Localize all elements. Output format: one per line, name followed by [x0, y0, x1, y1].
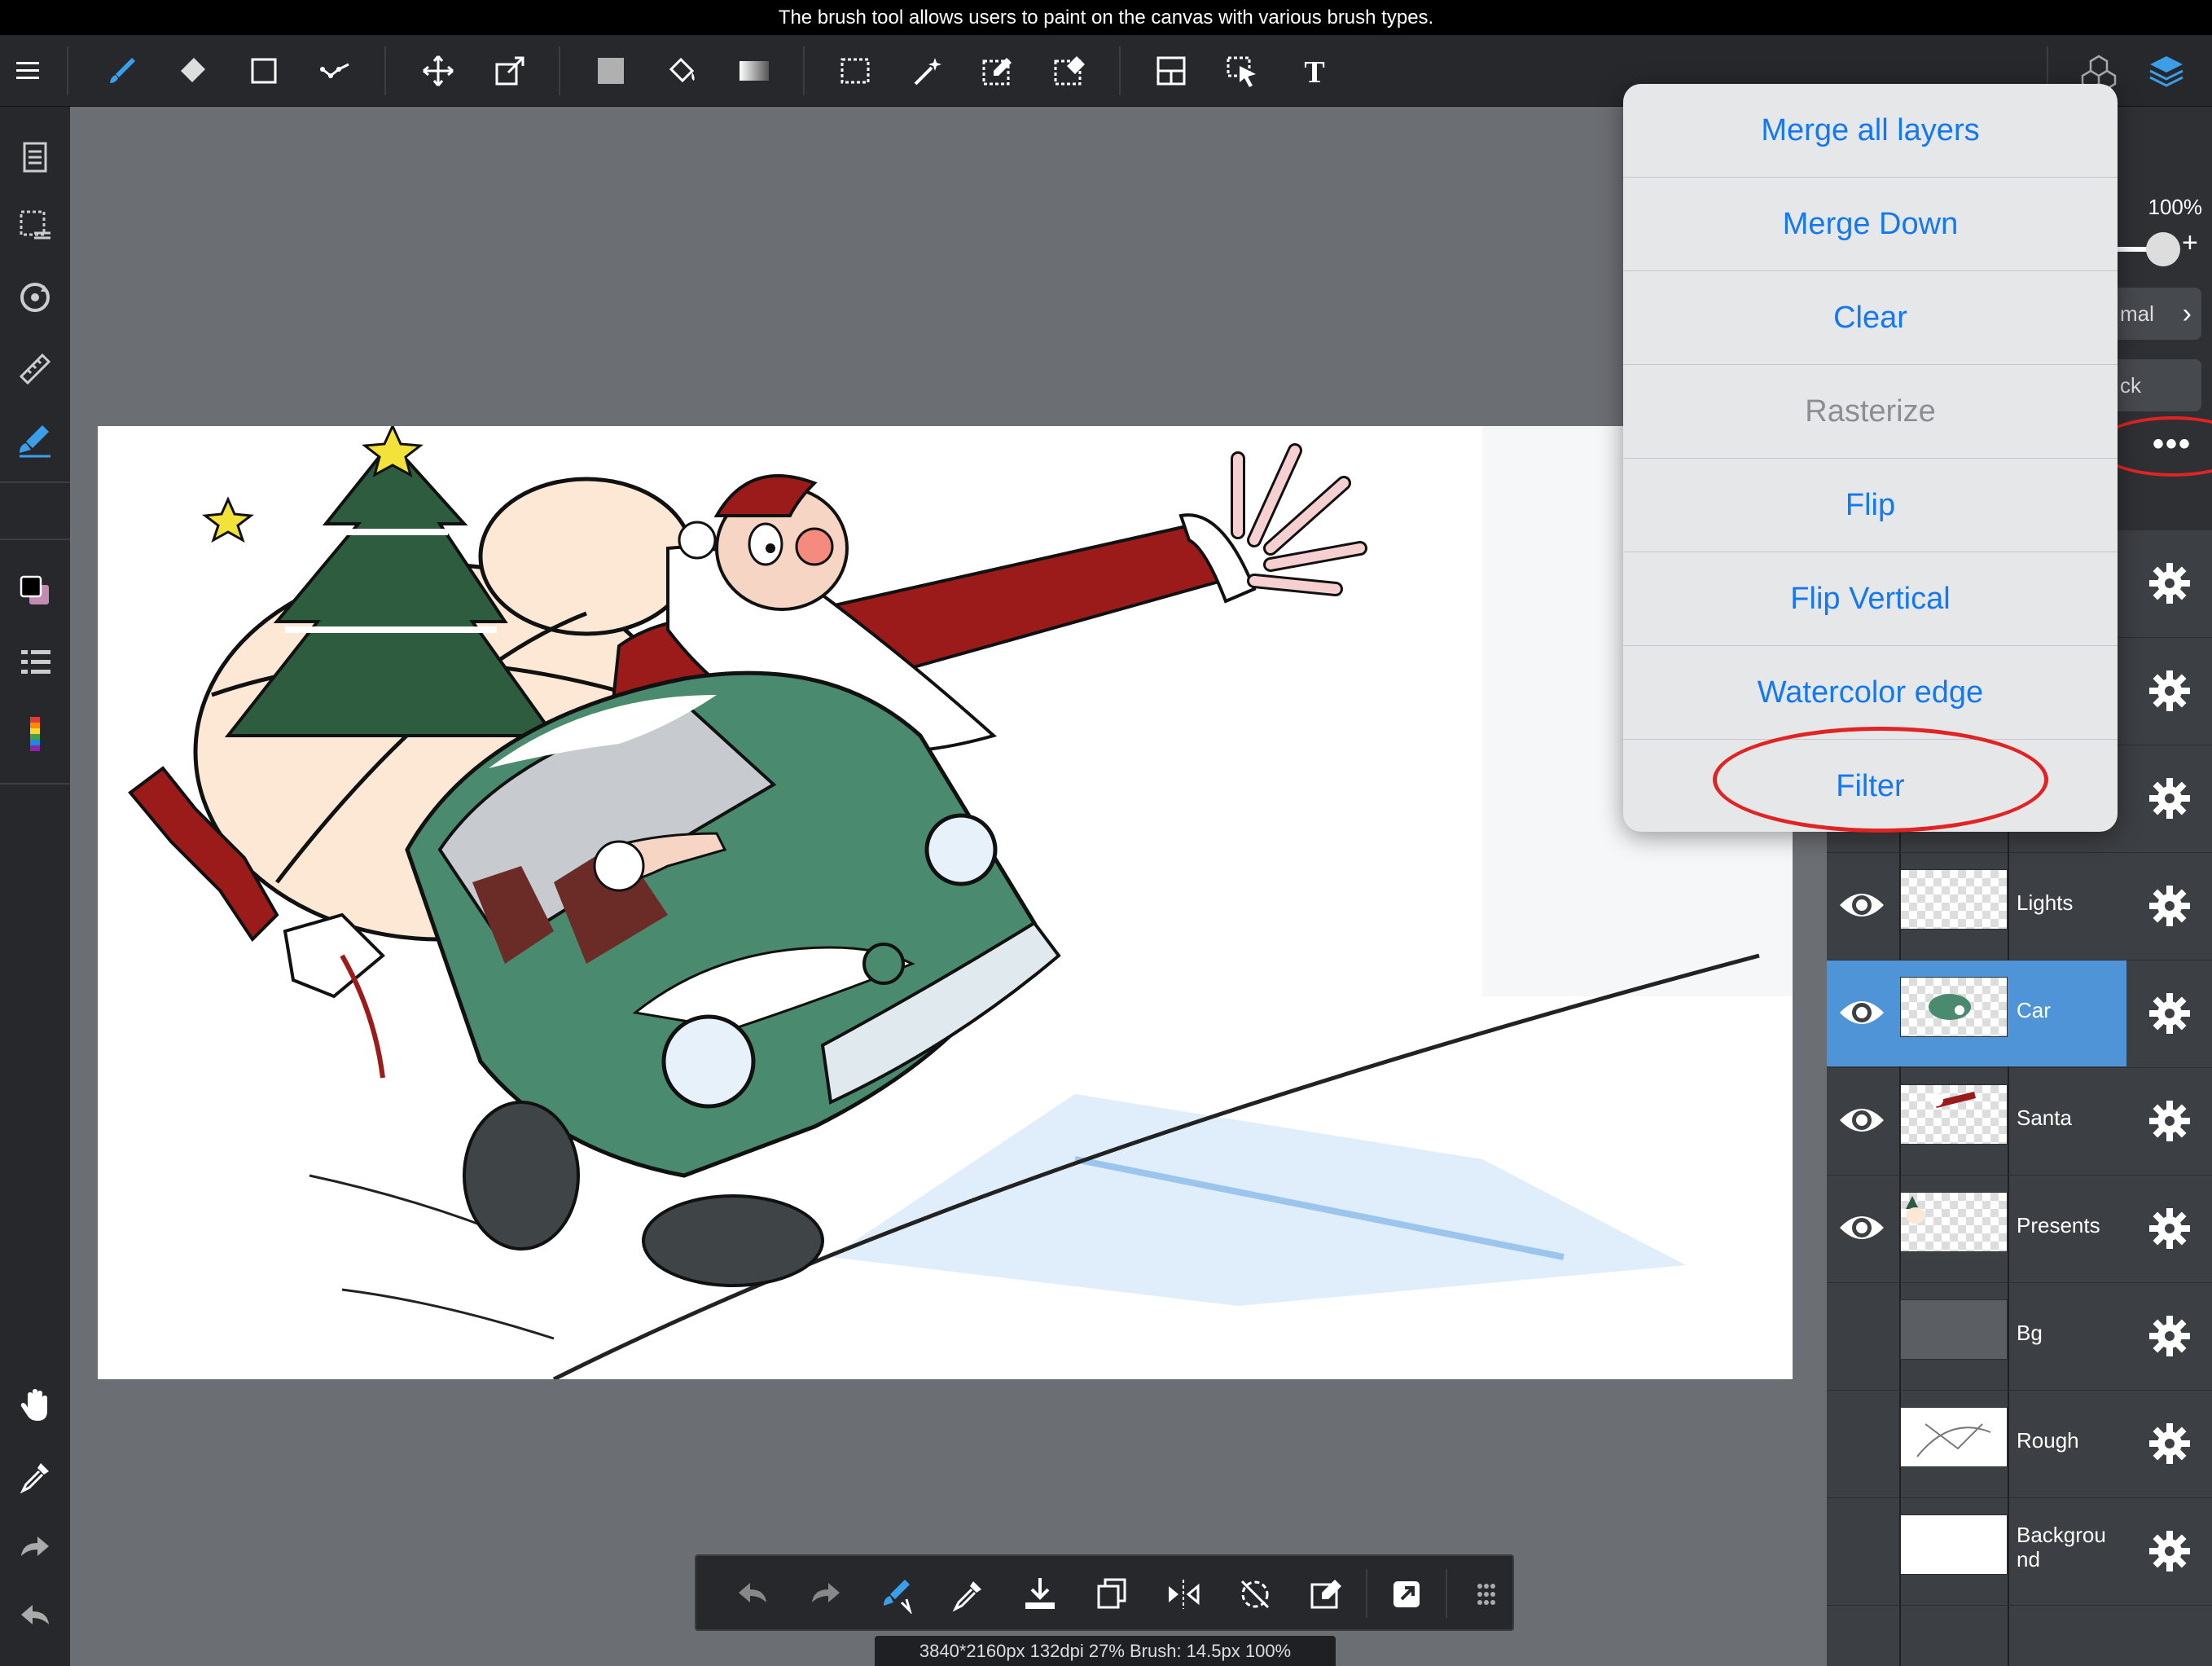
layer-actions-menu: Merge all layers Merge Down Clear Raster… — [1623, 84, 2118, 832]
select-eraser-icon[interactable] — [1044, 45, 1096, 97]
document-icon[interactable] — [7, 130, 63, 185]
move-icon[interactable] — [412, 45, 464, 97]
fill-color-icon[interactable] — [585, 45, 637, 97]
watercolor-edge-item[interactable]: Watercolor edge — [1623, 646, 2118, 740]
eyedropper-tool-icon[interactable] — [944, 1570, 993, 1619]
selection-layer-icon[interactable] — [7, 198, 63, 253]
layer-thumbnail — [1900, 977, 2008, 1037]
layer-row[interactable]: Bg — [1827, 1283, 2212, 1391]
layers-icon[interactable] — [2140, 45, 2192, 97]
layer-row[interactable]: Lights — [1827, 853, 2212, 960]
flip-item[interactable]: Flip — [1623, 459, 2118, 552]
select-rect-icon[interactable] — [829, 45, 881, 97]
ruler-icon[interactable] — [7, 341, 63, 397]
edit-selection-icon[interactable] — [1302, 1570, 1351, 1619]
gear-icon[interactable] — [2148, 1099, 2192, 1143]
gear-icon[interactable] — [2148, 991, 2192, 1035]
left-sidebar — [0, 107, 70, 1666]
undo-arrow-icon[interactable] — [729, 1570, 778, 1619]
layer-name: Bg — [2017, 1321, 2043, 1345]
blend-mode-label: mal — [2120, 301, 2154, 326]
layer-thumbnail — [1900, 1084, 2008, 1145]
eyedropper-icon[interactable] — [7, 1449, 63, 1505]
dot-icon[interactable] — [309, 45, 362, 97]
gear-icon[interactable] — [2148, 1422, 2192, 1466]
layer-row[interactable]: Santa — [1827, 1068, 2212, 1176]
gradient-icon[interactable] — [728, 45, 780, 97]
layer-thumbnail — [1900, 1299, 2008, 1360]
layer-row[interactable]: Backgrou nd — [1827, 1498, 2212, 1606]
gear-icon[interactable] — [2148, 776, 2192, 820]
layer-name: Santa — [2017, 1106, 2072, 1130]
svg-text:T: T — [1304, 55, 1324, 90]
gear-icon[interactable] — [2148, 561, 2192, 605]
bottom-toolbar — [695, 1554, 1514, 1631]
layer-thumbnail — [1900, 1514, 2008, 1575]
chevron-right-icon: › — [2182, 298, 2192, 329]
rasterize-item: Rasterize — [1623, 365, 2118, 459]
import-icon[interactable] — [1016, 1570, 1064, 1619]
select-pen-icon[interactable] — [972, 45, 1025, 97]
flip-horizontal-icon[interactable] — [1159, 1570, 1208, 1619]
shape-icon[interactable] — [238, 45, 290, 97]
layer-thumbnail — [1900, 869, 2008, 930]
select-object-icon[interactable] — [1217, 45, 1269, 97]
merge-down-item[interactable]: Merge Down — [1623, 178, 2118, 271]
color-swatch-icon[interactable] — [7, 563, 63, 618]
layer-name: Car — [2017, 998, 2051, 1022]
snap-icon[interactable] — [7, 413, 63, 468]
status-bar: 3840*2160px 132dpi 27% Brush: 14.5px 100… — [875, 1636, 1336, 1666]
rotate-reset-icon[interactable] — [1231, 1570, 1279, 1619]
plus-icon[interactable]: + — [2182, 227, 2198, 259]
layer-name: Lights — [2017, 890, 2074, 915]
transform-icon[interactable] — [484, 45, 536, 97]
drawing-canvas[interactable] — [98, 426, 1793, 1379]
gear-icon[interactable] — [2148, 884, 2192, 928]
frame-icon[interactable] — [1145, 45, 1197, 97]
rotate-icon[interactable] — [7, 270, 63, 325]
magic-wand-icon[interactable] — [901, 45, 953, 97]
menu-icon[interactable] — [2, 45, 54, 97]
clear-item[interactable]: Clear — [1623, 271, 2118, 365]
brush-icon[interactable] — [96, 45, 148, 97]
bucket-icon[interactable] — [656, 45, 709, 97]
opacity-slider-knob[interactable] — [2146, 232, 2180, 266]
gear-icon[interactable] — [2148, 1314, 2192, 1358]
eye-icon[interactable] — [1837, 1207, 1887, 1249]
merge-all-layers-item[interactable]: Merge all layers — [1623, 84, 2118, 178]
eye-icon[interactable] — [1837, 991, 1887, 1034]
gear-icon[interactable] — [2148, 1529, 2192, 1573]
gear-icon[interactable] — [2148, 669, 2192, 713]
grip-icon[interactable] — [1462, 1570, 1511, 1619]
lock-label: ck — [2120, 373, 2141, 398]
redo-arrow-icon[interactable] — [801, 1570, 849, 1619]
opacity-label: 100% — [2148, 195, 2203, 219]
gear-icon[interactable] — [2148, 1207, 2192, 1251]
layer-row[interactable]: Rough — [1827, 1391, 2212, 1498]
undo-icon[interactable] — [7, 1589, 63, 1645]
copy-layer-icon[interactable] — [1087, 1570, 1136, 1619]
share-icon[interactable] — [1382, 1570, 1431, 1619]
hand-icon[interactable] — [7, 1378, 63, 1433]
layer-name: Presents — [2017, 1213, 2100, 1237]
layer-row[interactable]: Car — [1827, 960, 2212, 1068]
layer-thumbnail — [1900, 1192, 2008, 1252]
eraser-icon[interactable] — [166, 45, 218, 97]
text-icon[interactable]: T — [1288, 45, 1341, 97]
brush-stabilizer-icon[interactable] — [872, 1570, 921, 1619]
highlight-circle-filter — [1713, 727, 2048, 833]
caption-bar: The brush tool allows users to paint on … — [0, 0, 2212, 35]
brush-list-icon[interactable] — [7, 635, 63, 690]
color-palette-icon[interactable] — [7, 706, 63, 762]
redo-icon[interactable] — [7, 1521, 63, 1576]
layer-thumbnail — [1900, 1407, 2008, 1467]
flip-vertical-item[interactable]: Flip Vertical — [1623, 552, 2118, 646]
layer-name: Backgrou nd — [2017, 1523, 2106, 1571]
eye-icon[interactable] — [1837, 1099, 1887, 1141]
layer-row[interactable]: Presents — [1827, 1176, 2212, 1283]
eye-icon[interactable] — [1837, 884, 1887, 926]
layer-name: Rough — [2017, 1428, 2079, 1453]
